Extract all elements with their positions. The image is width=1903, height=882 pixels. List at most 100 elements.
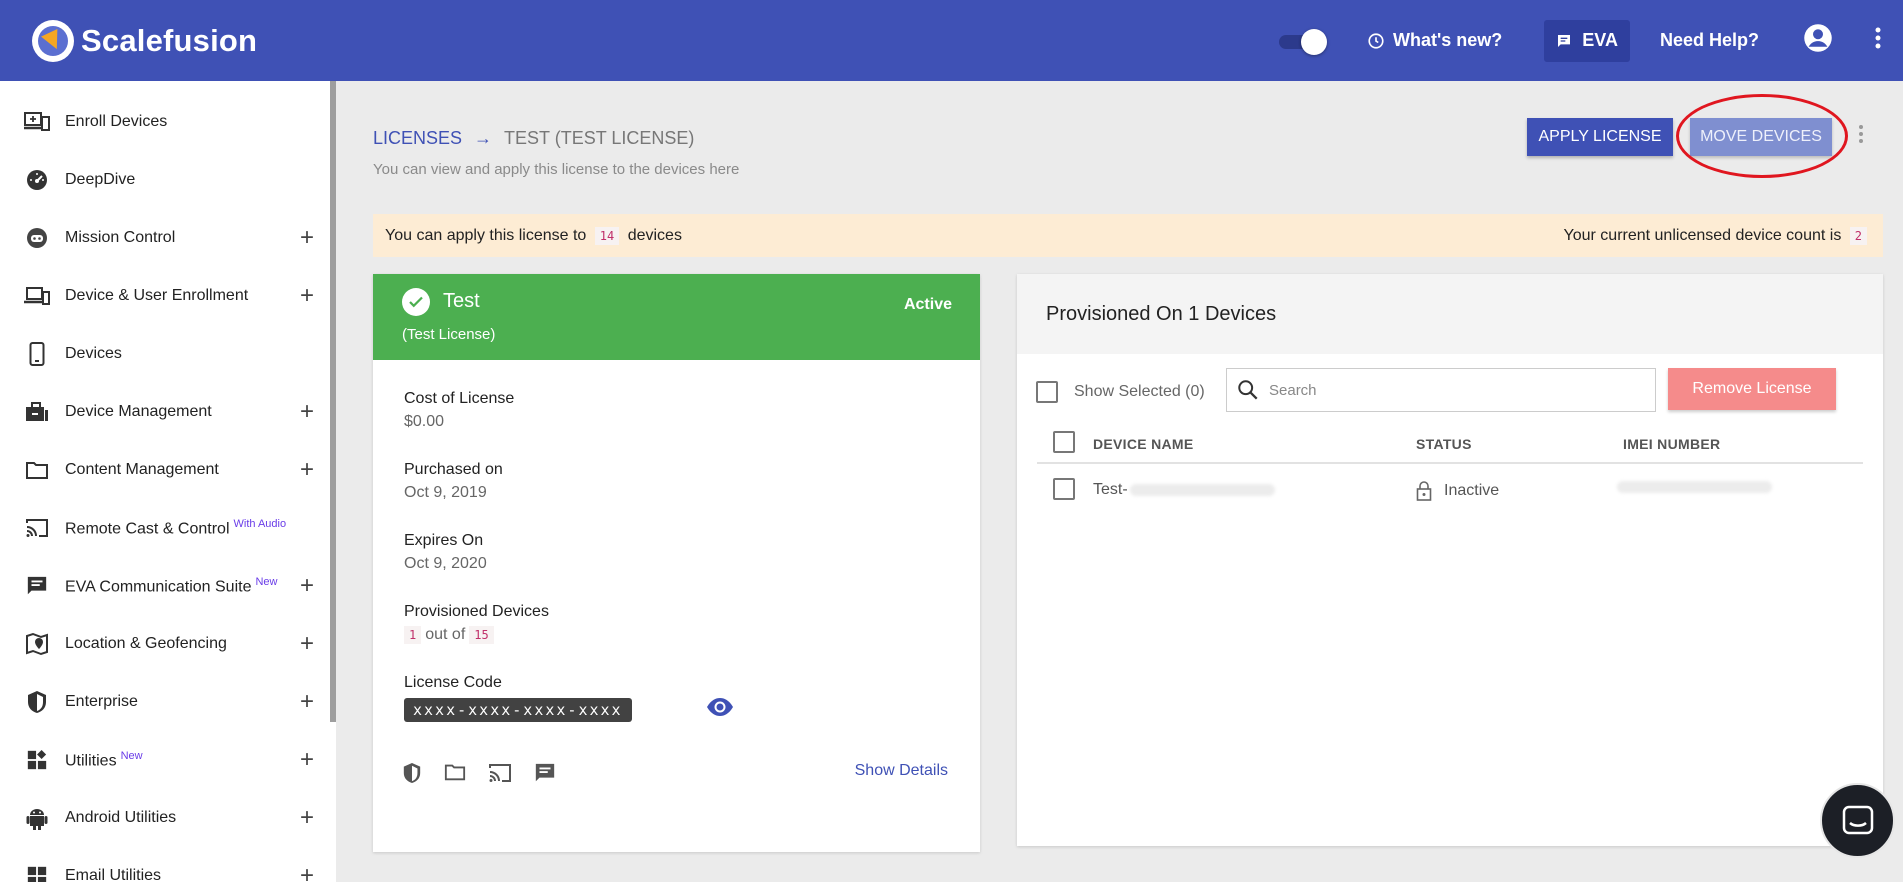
expand-icon[interactable]: + (300, 688, 314, 716)
eye-icon[interactable] (706, 697, 734, 722)
provisioned-value: 1 out of 15 (404, 626, 549, 644)
expand-icon[interactable]: + (300, 456, 314, 484)
device-search[interactable] (1226, 368, 1656, 412)
sidebar-item-enroll-devices[interactable]: Enroll Devices (0, 93, 330, 151)
sidebar-item-email-utilities[interactable]: Email Utilities + (0, 847, 330, 882)
expand-icon[interactable]: + (300, 746, 314, 774)
theme-toggle[interactable] (1277, 28, 1327, 55)
sidebar-item-label: Devices (65, 345, 122, 362)
status-cell: Inactive (1416, 481, 1499, 501)
sidebar-item-label: DeepDive (65, 171, 136, 188)
redacted-imei (1617, 481, 1772, 493)
sidebar-item-device-user-enrollment[interactable]: Device & User Enrollment + (0, 267, 330, 325)
whats-new-label: What's new? (1392, 30, 1503, 50)
license-status: Active (903, 296, 952, 313)
chat-bubble-icon (1842, 805, 1873, 834)
mission-control-icon (24, 225, 50, 251)
new-badge: New (255, 575, 278, 588)
account-icon[interactable] (1803, 23, 1833, 58)
sidebar-item-devices[interactable]: Devices (0, 325, 330, 383)
page-subtitle: You can view and apply this license to t… (373, 161, 740, 178)
android-icon (24, 805, 50, 831)
purchased-field: Purchased on Oct 9, 2019 (404, 461, 503, 502)
cast-icon (24, 515, 50, 541)
expand-icon[interactable]: + (300, 572, 314, 600)
column-status[interactable]: STATUS (1416, 436, 1472, 452)
cost-label: Cost of License (404, 390, 515, 407)
sidebar-item-content-management[interactable]: Content Management + (0, 441, 330, 499)
breadcrumb-licenses-link[interactable]: LICENSES (373, 128, 462, 149)
expand-icon[interactable]: + (300, 282, 314, 310)
license-code-value: xxxx-xxxx-xxxx-xxxx (404, 698, 632, 722)
page-more-options-icon[interactable] (1858, 124, 1864, 149)
enroll-devices-icon (24, 109, 50, 135)
top-navbar: Scalefusion What's new? EVA Need Help? (0, 0, 1903, 81)
sidebar-item-location-geofencing[interactable]: Location & Geofencing + (0, 615, 330, 673)
sidebar-item-eva-communication-suite[interactable]: EVA Communication Suite New + (0, 557, 330, 615)
more-options-icon[interactable] (1875, 27, 1881, 54)
support-chat-launcher[interactable] (1820, 783, 1895, 858)
brand-logo[interactable]: Scalefusion (32, 19, 258, 62)
lock-icon (1416, 481, 1432, 501)
sidebar-item-label: Remote Cast & Control With Audio (65, 517, 287, 538)
sidebar-item-label: Enroll Devices (65, 113, 168, 130)
eva-button[interactable]: EVA (1544, 19, 1630, 62)
breadcrumb-current: TEST (TEST LICENSE) (504, 128, 695, 148)
expand-icon[interactable]: + (300, 804, 314, 832)
show-selected-checkbox[interactable] (1036, 381, 1058, 403)
highlight-annotation (1676, 94, 1848, 178)
sidebar-item-android-utilities[interactable]: Android Utilities + (0, 789, 330, 847)
sidebar-item-label: Content Management (65, 461, 219, 478)
apply-license-button[interactable]: APPLY LICENSE (1527, 118, 1673, 156)
brand-name: Scalefusion (81, 22, 258, 58)
folder-icon (24, 457, 50, 483)
search-input[interactable] (1269, 381, 1629, 399)
expand-icon[interactable]: + (300, 630, 314, 658)
sidebar-item-label: Mission Control (65, 229, 176, 246)
remove-license-button[interactable]: Remove License (1668, 368, 1836, 410)
provisioned-total: 15 (469, 626, 494, 644)
sidebar-item-label: Device & User Enrollment (65, 287, 249, 304)
license-name: Test (443, 290, 480, 312)
column-imei[interactable]: IMEI NUMBER (1623, 436, 1720, 452)
show-details-link[interactable]: Show Details (855, 762, 948, 780)
with-audio-badge: With Audio (233, 517, 287, 530)
imei-cell (1617, 481, 1772, 493)
license-subtitle: (Test License) (402, 326, 496, 343)
devices-panel-title: Provisioned On 1 Devices (1017, 274, 1883, 354)
sidebar-item-utilities[interactable]: Utilities New + (0, 731, 330, 789)
chat-icon (24, 573, 50, 599)
applicable-count: 14 (594, 226, 620, 245)
briefcase-icon (24, 399, 50, 425)
show-selected-toggle[interactable]: Show Selected (0) (1036, 381, 1205, 403)
sidebar-item-mission-control[interactable]: Mission Control + (0, 209, 330, 267)
cost-field: Cost of License $0.00 (404, 390, 514, 431)
whats-new-link[interactable]: What's new? (1367, 30, 1502, 51)
sidebar-item-remote-cast[interactable]: Remote Cast & Control With Audio (0, 499, 330, 557)
license-code-label: License Code (404, 674, 502, 691)
sidebar-scrollbar[interactable] (330, 81, 336, 722)
devices-icon (24, 283, 50, 309)
sidebar-item-label: Location & Geofencing (65, 635, 227, 652)
need-help-link[interactable]: Need Help? (1660, 30, 1759, 51)
table-row[interactable]: Test- Inactive (1037, 466, 1863, 514)
sidebar: Enroll Devices DeepDive Mission Control … (0, 81, 336, 882)
select-all-checkbox[interactable] (1053, 431, 1075, 453)
shield-icon (402, 762, 422, 784)
unlicensed-count-text: Your current unlicensed device count is … (1564, 226, 1871, 245)
sidebar-item-label: Device Management (65, 403, 212, 420)
column-device-name[interactable]: DEVICE NAME (1093, 436, 1194, 452)
expand-icon[interactable]: + (300, 862, 314, 882)
eva-label: EVA (1582, 30, 1618, 50)
speedometer-icon (24, 167, 50, 193)
purchased-value: Oct 9, 2019 (404, 484, 487, 501)
sidebar-item-deepdive[interactable]: DeepDive (0, 151, 330, 209)
shield-icon (24, 689, 50, 715)
expand-icon[interactable]: + (300, 224, 314, 252)
sidebar-item-device-management[interactable]: Device Management + (0, 383, 330, 441)
license-notice-banner: You can apply this license to 14 devices… (373, 214, 1883, 257)
sidebar-item-enterprise[interactable]: Enterprise + (0, 673, 330, 731)
row-checkbox[interactable] (1053, 478, 1075, 500)
expand-icon[interactable]: + (300, 398, 314, 426)
scalefusion-logo-icon (32, 19, 74, 62)
